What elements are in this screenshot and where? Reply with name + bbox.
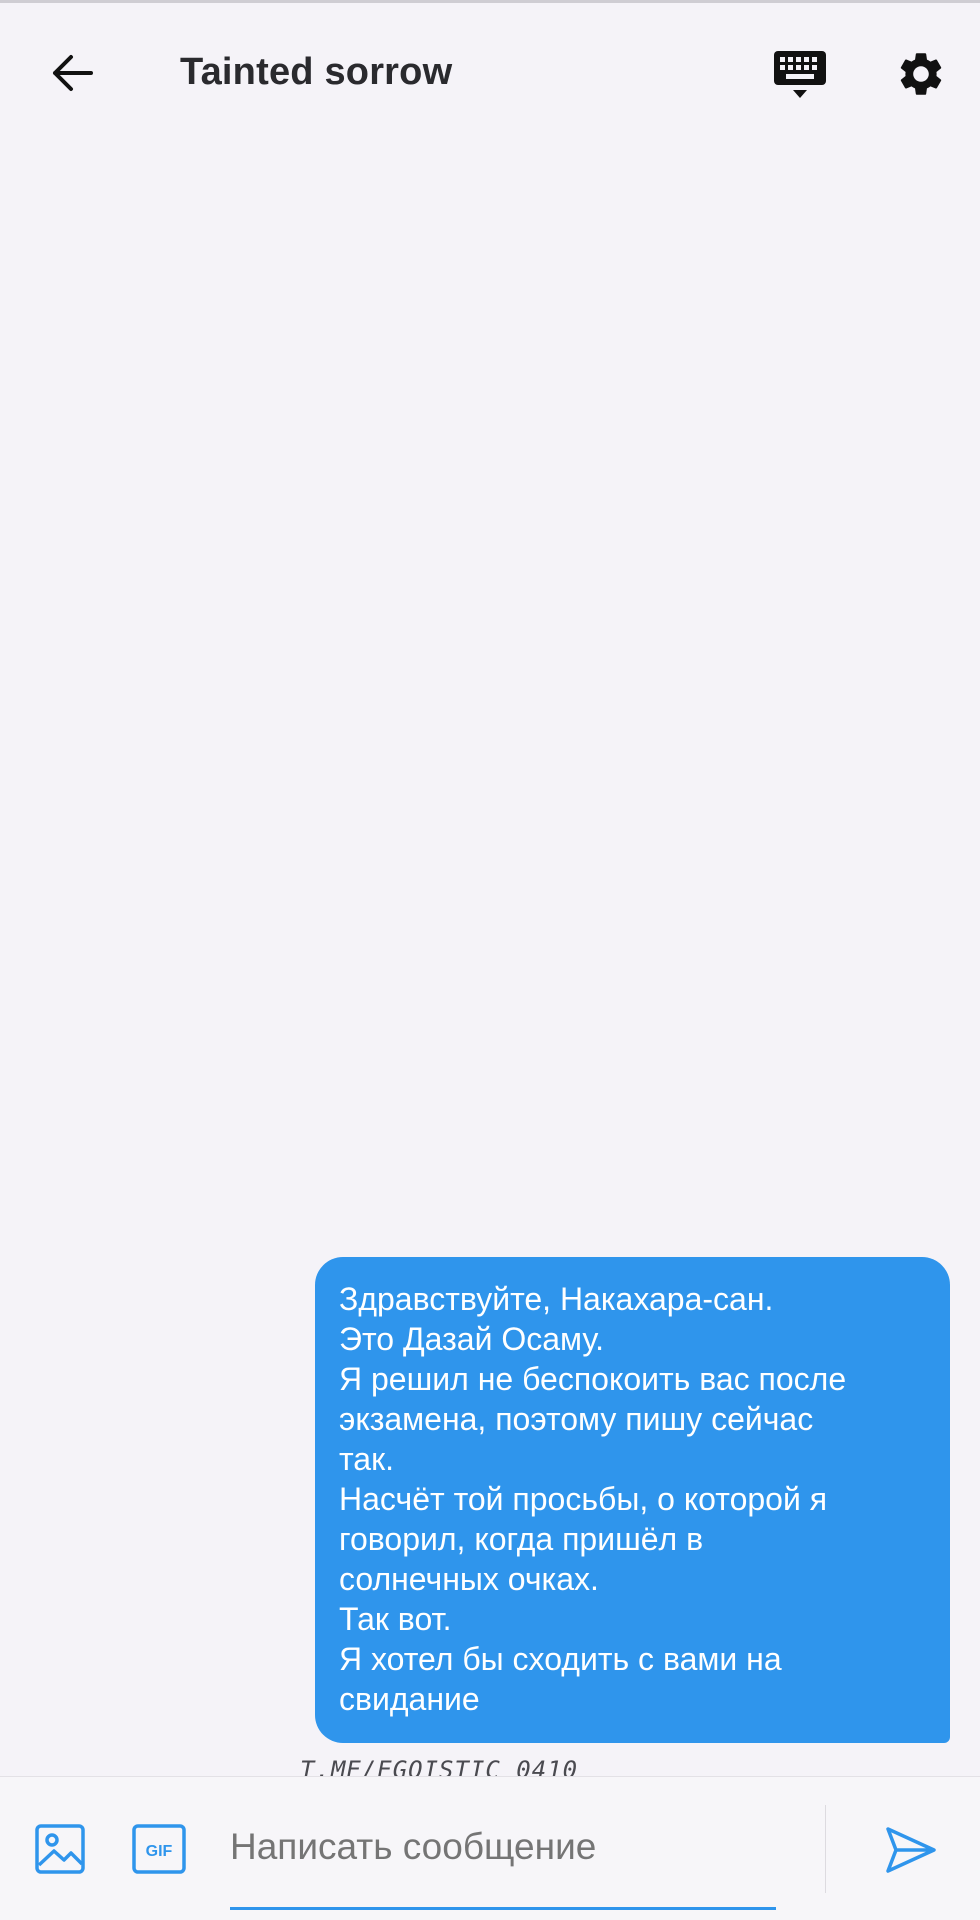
message-line: Это Дазай Осаму. bbox=[339, 1321, 605, 1357]
send-icon bbox=[886, 1827, 936, 1873]
settings-button[interactable] bbox=[890, 43, 952, 105]
message-line: экзамена, поэтому пишу сейчас bbox=[339, 1401, 814, 1437]
gif-icon: GIF bbox=[132, 1824, 186, 1874]
gear-icon bbox=[900, 53, 942, 95]
message-line: так. bbox=[339, 1441, 394, 1477]
message-line: Так вот. bbox=[339, 1601, 452, 1637]
keyboard-icon bbox=[774, 51, 826, 98]
arrow-left-icon bbox=[53, 55, 93, 91]
message-line: Я хотел бы сходить с вами на bbox=[339, 1641, 782, 1677]
gif-label: GIF bbox=[146, 1843, 173, 1860]
message-line: Насчёт той просьбы, о которой я bbox=[339, 1481, 828, 1517]
send-button[interactable] bbox=[880, 1819, 942, 1881]
back-button[interactable] bbox=[40, 41, 104, 105]
image-icon bbox=[35, 1824, 85, 1874]
message-composer: GIF bbox=[0, 1777, 980, 1920]
message-bubble-outgoing[interactable]: Здравствуйте, Накахара-сан. Это Дазай Ос… bbox=[315, 1257, 950, 1743]
message-line: говорил, когда пришёл в bbox=[339, 1521, 704, 1557]
chat-header: Tainted sorrow bbox=[0, 3, 980, 143]
attach-image-button[interactable] bbox=[32, 1821, 88, 1877]
input-underline bbox=[230, 1907, 776, 1910]
chat-title: Tainted sorrow bbox=[180, 51, 453, 93]
message-line: Здравствуйте, Накахара-сан. bbox=[339, 1281, 774, 1317]
message-input[interactable] bbox=[230, 1811, 776, 1883]
composer-separator bbox=[825, 1805, 826, 1893]
gif-button[interactable]: GIF bbox=[130, 1821, 188, 1877]
message-line: Я решил не беспокоить вас после bbox=[339, 1361, 847, 1397]
message-line: свидание bbox=[339, 1681, 480, 1717]
message-line: солнечных очках. bbox=[339, 1561, 599, 1597]
keyboard-button[interactable] bbox=[770, 43, 830, 107]
